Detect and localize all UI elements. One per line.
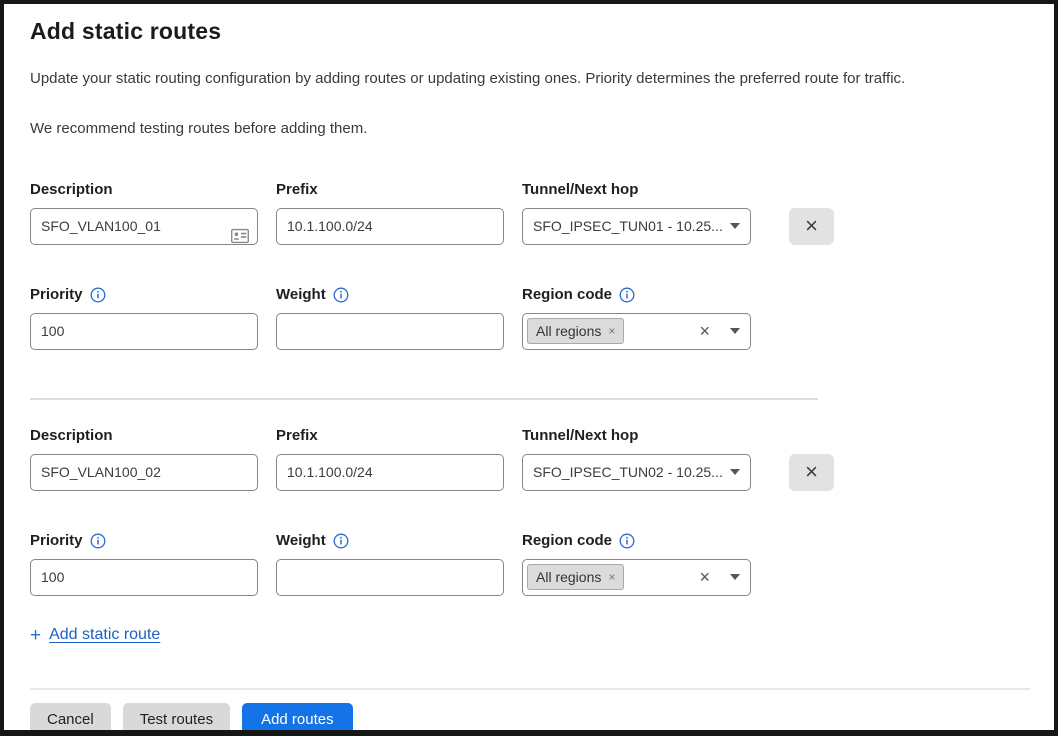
clear-selection-icon[interactable]: × [699, 322, 710, 340]
add-static-routes-dialog: Add static routes Update your static rou… [0, 0, 1058, 736]
priority-input[interactable] [30, 559, 258, 596]
chevron-down-icon [730, 469, 740, 475]
add-static-route-label: Add static route [49, 626, 160, 644]
tunnel-field-group: Tunnel/Next hop SFO_IPSEC_TUN02 - 10.25.… [522, 426, 751, 491]
prefix-input[interactable] [276, 454, 504, 491]
info-icon[interactable] [90, 533, 106, 549]
region-tag-label: All regions [536, 569, 601, 585]
region-code-label: Region code [522, 532, 612, 549]
priority-input[interactable] [30, 313, 258, 350]
info-icon[interactable] [333, 533, 349, 549]
prefix-input[interactable] [276, 208, 504, 245]
clear-selection-icon[interactable]: × [699, 568, 710, 586]
intro-text: Update your static routing configuration… [30, 69, 1028, 89]
region-code-label: Region code [522, 286, 612, 303]
region-code-select[interactable]: All regions × × [522, 559, 751, 596]
priority-label: Priority [30, 532, 83, 549]
description-field-group: Description [30, 426, 258, 491]
weight-label: Weight [276, 532, 326, 549]
recommendation-text: We recommend testing routes before addin… [30, 119, 1028, 139]
page-title: Add static routes [30, 18, 1028, 45]
region-code-select[interactable]: All regions × × [522, 313, 751, 350]
route-section-divider [30, 398, 818, 400]
priority-field-group: Priority [30, 285, 258, 350]
weight-field-group: Weight [276, 285, 504, 350]
region-tag: All regions × [527, 318, 624, 344]
priority-field-group: Priority [30, 531, 258, 596]
tunnel-next-hop-label: Tunnel/Next hop [522, 427, 638, 444]
remove-route-button[interactable]: × [789, 454, 834, 491]
tag-close-icon[interactable]: × [608, 571, 615, 583]
cancel-button[interactable]: Cancel [30, 703, 111, 736]
remove-route-button[interactable]: × [789, 208, 834, 245]
close-icon: × [805, 461, 818, 483]
tunnel-next-hop-label: Tunnel/Next hop [522, 181, 638, 198]
prefix-field-group: Prefix [276, 426, 504, 491]
description-input[interactable] [30, 208, 258, 245]
info-icon[interactable] [90, 287, 106, 303]
weight-field-group: Weight [276, 531, 504, 596]
tunnel-select[interactable]: SFO_IPSEC_TUN02 - 10.25... [522, 454, 751, 491]
test-routes-button[interactable]: Test routes [123, 703, 230, 736]
prefix-field-group: Prefix [276, 180, 504, 245]
footer-actions: Cancel Test routes Add routes [30, 690, 1028, 736]
weight-input[interactable] [276, 313, 504, 350]
chevron-down-icon [730, 574, 740, 580]
weight-input[interactable] [276, 559, 504, 596]
tunnel-select[interactable]: SFO_IPSEC_TUN01 - 10.25... [522, 208, 751, 245]
region-code-field-group: Region code All regions × × [522, 285, 751, 350]
priority-label: Priority [30, 286, 83, 303]
region-code-field-group: Region code All regions × × [522, 531, 751, 596]
prefix-label: Prefix [276, 427, 318, 444]
description-input[interactable] [30, 454, 258, 491]
add-routes-button[interactable]: Add routes [242, 703, 353, 736]
route-entry-2: Description Prefix Tunnel/Next hop SFO_I… [30, 426, 1028, 596]
description-label: Description [30, 427, 113, 444]
description-label: Description [30, 181, 113, 198]
info-icon[interactable] [619, 287, 635, 303]
prefix-label: Prefix [276, 181, 318, 198]
tunnel-selected-value: SFO_IPSEC_TUN01 - 10.25... [533, 218, 722, 234]
description-field-group: Description [30, 180, 258, 245]
close-icon: × [805, 215, 818, 237]
weight-label: Weight [276, 286, 326, 303]
region-tag-label: All regions [536, 323, 601, 339]
plus-icon: + [30, 626, 41, 645]
add-static-route-link[interactable]: + Add static route [30, 626, 160, 645]
route-entry-1: Description Prefix [30, 180, 1028, 350]
tunnel-field-group: Tunnel/Next hop SFO_IPSEC_TUN01 - 10.25.… [522, 180, 751, 245]
tunnel-selected-value: SFO_IPSEC_TUN02 - 10.25... [533, 464, 722, 480]
chevron-down-icon [730, 328, 740, 334]
info-icon[interactable] [333, 287, 349, 303]
info-icon[interactable] [619, 533, 635, 549]
region-tag: All regions × [527, 564, 624, 590]
chevron-down-icon [730, 223, 740, 229]
tag-close-icon[interactable]: × [608, 325, 615, 337]
